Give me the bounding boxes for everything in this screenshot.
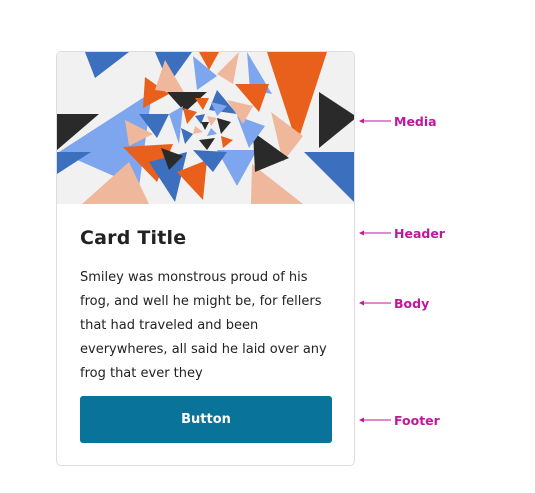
annotation-footer: Footer	[359, 412, 440, 428]
annotation-media-label: Media	[394, 113, 437, 129]
arrow-left-icon	[359, 417, 391, 423]
card: Card Title Smiley was monstrous proud of…	[56, 51, 355, 466]
annotation-footer-label: Footer	[394, 412, 440, 428]
annotation-media: Media	[359, 113, 437, 129]
annotation-body-label: Body	[394, 295, 430, 311]
card-button[interactable]: Button	[80, 396, 332, 443]
card-title: Card Title	[80, 227, 187, 249]
card-media-image	[57, 52, 354, 204]
arrow-left-icon	[359, 230, 391, 236]
arrow-left-icon	[359, 300, 391, 306]
annotation-body: Body	[359, 295, 430, 311]
annotation-header-label: Header	[394, 225, 445, 241]
annotation-header: Header	[359, 225, 445, 241]
card-body-text: Smiley was monstrous proud of his frog, …	[80, 270, 327, 381]
arrow-left-icon	[359, 118, 391, 124]
